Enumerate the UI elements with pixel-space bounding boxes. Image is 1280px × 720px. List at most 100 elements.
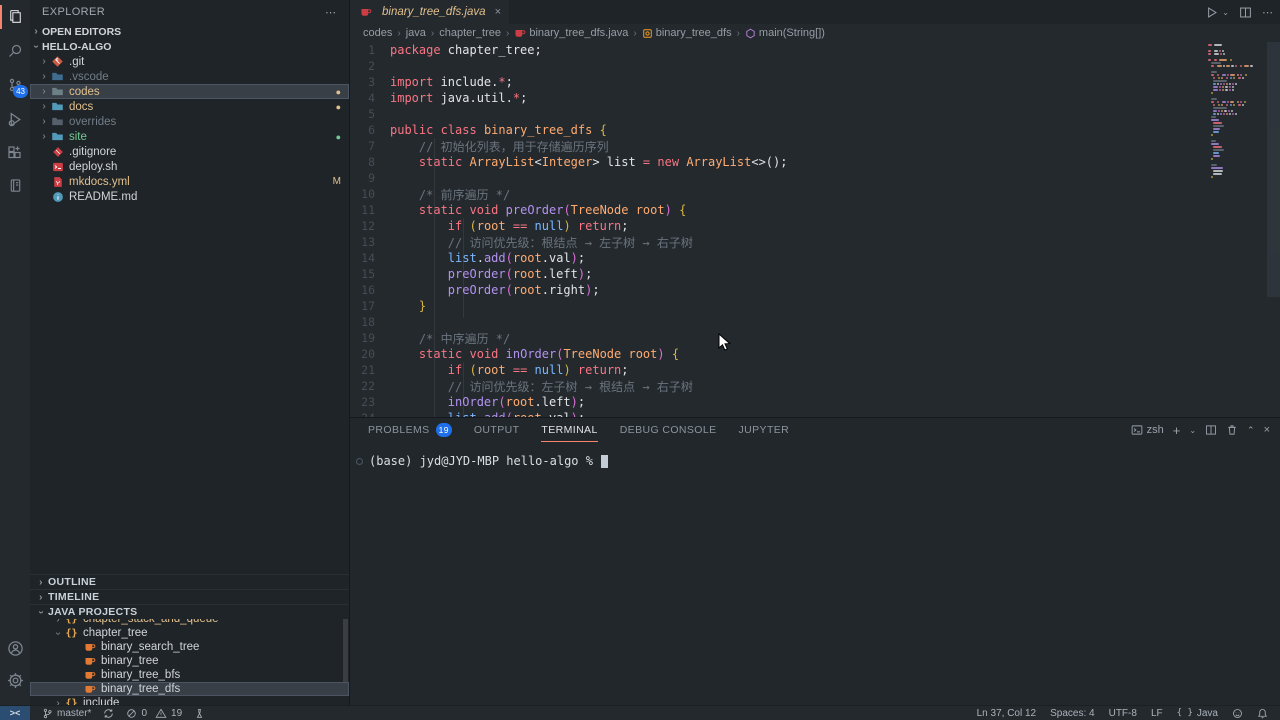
breadcrumb-item-java[interactable]: java [406, 27, 426, 39]
folder-icon [50, 129, 65, 144]
root-folder-header[interactable]: › HELLO-ALGO [30, 39, 349, 54]
code-line-24: 24 list.add(root.val); [350, 410, 1210, 417]
panel-tab-problems[interactable]: PROBLEMS19 [368, 418, 452, 442]
code-editor[interactable]: 1package chapter_tree;23import include.*… [350, 42, 1280, 417]
editor-actions: ⌄ ⋯ [1205, 0, 1274, 24]
java-tree-item-chapter-tree[interactable]: ›{}chapter_tree [30, 626, 349, 640]
code-line-5: 5 [350, 106, 1210, 122]
line-number: 18 [350, 315, 390, 329]
minimap[interactable] [1208, 44, 1266, 179]
panel-tab-debug-console[interactable]: DEBUG CONSOLE [620, 418, 717, 442]
warning-icon [155, 708, 167, 719]
line-number: 20 [350, 347, 390, 361]
kill-terminal-icon[interactable] [1226, 424, 1238, 436]
tab-close-icon[interactable]: × [495, 6, 501, 18]
code-line-4: 4import java.util.*; [350, 90, 1210, 106]
notebook-icon[interactable] [0, 170, 30, 200]
breadcrumb-item-codes[interactable]: codes [363, 27, 392, 39]
tree-item--git[interactable]: ›.git [30, 54, 349, 69]
extensions-icon[interactable] [0, 138, 30, 168]
explorer-icon[interactable] [0, 2, 30, 32]
eol-status[interactable]: LF [1151, 708, 1163, 719]
search-icon[interactable] [0, 36, 30, 66]
class-icon [82, 654, 97, 669]
panel-tab-terminal[interactable]: TERMINAL [541, 418, 597, 442]
git-icon [50, 144, 65, 159]
java-tree-item-include[interactable]: ›{}include [30, 696, 349, 705]
java-tree-item-binary-tree-bfs[interactable]: binary_tree_bfs [30, 668, 349, 682]
encoding-status[interactable]: UTF-8 [1109, 708, 1137, 719]
feedback-smiley-icon[interactable] [1232, 708, 1243, 719]
breadcrumb-item-binary-tree-dfs[interactable]: binary_tree_dfs [642, 27, 732, 39]
breadcrumb-item-chapter-tree[interactable]: chapter_tree [439, 27, 501, 39]
error-icon [126, 708, 137, 719]
timeline-section-header[interactable]: › TIMELINE [30, 589, 349, 604]
git-decoration-badge: M [333, 176, 341, 187]
chevron-right-icon: › [52, 698, 64, 706]
tree-item-label: deploy.sh [69, 161, 117, 173]
split-terminal-icon[interactable] [1205, 424, 1217, 436]
java-tree-item-binary-tree-dfs[interactable]: binary_tree_dfs [30, 682, 349, 696]
new-terminal-icon[interactable]: + [1173, 423, 1181, 438]
branch-icon [42, 708, 53, 719]
tree-item-mkdocs-yml[interactable]: mkdocs.ymlM [30, 174, 349, 189]
terminal-shell-selector[interactable]: zsh [1131, 424, 1164, 436]
terminal-dropdown-chevron-icon[interactable]: ⌄ [1189, 426, 1196, 435]
chevron-right-icon: › [34, 592, 48, 603]
explorer-more-actions-icon[interactable]: ⋯ [325, 6, 337, 19]
outline-section-header[interactable]: › OUTLINE [30, 574, 349, 589]
maximize-panel-icon[interactable]: ⌃ [1247, 425, 1255, 436]
editor-scrollbar[interactable] [1267, 42, 1280, 297]
tree-item-overrides[interactable]: ›overrides [30, 114, 349, 129]
source-control-icon[interactable]: 43 [0, 70, 30, 100]
account-icon[interactable] [0, 633, 30, 663]
run-dropdown-chevron-icon[interactable]: ⌄ [1222, 8, 1229, 17]
panel-tab-output[interactable]: OUTPUT [474, 418, 520, 442]
split-editor-icon[interactable] [1239, 6, 1252, 19]
tree-item-label: overrides [69, 116, 116, 128]
sync-status[interactable] [103, 708, 114, 719]
open-editors-header[interactable]: › OPEN EDITORS [30, 24, 349, 39]
tree-item-README-md[interactable]: README.md [30, 189, 349, 204]
breadcrumb-item-binary-tree-dfs-java[interactable]: binary_tree_dfs.java [514, 27, 628, 39]
info-icon [50, 189, 65, 204]
tree-item-site[interactable]: ›site● [30, 129, 349, 144]
tab-binary-tree-dfs[interactable]: binary_tree_dfs.java × [350, 0, 509, 24]
beaker-status[interactable] [194, 708, 205, 719]
code-line-15: 15 preOrder(root.left); [350, 266, 1210, 282]
line-number: 12 [350, 219, 390, 233]
java-file-icon [358, 5, 373, 20]
language-mode-status[interactable]: { } Java [1177, 708, 1218, 719]
java-tree-item-binary-tree[interactable]: binary_tree [30, 654, 349, 668]
tree-item-codes[interactable]: ›codes● [30, 84, 349, 99]
tree-item--gitignore[interactable]: .gitignore [30, 144, 349, 159]
terminal[interactable]: (base) jyd@JYD-MBP hello-algo % [350, 442, 1280, 468]
line-number: 23 [350, 395, 390, 409]
run-debug-icon[interactable] [0, 104, 30, 134]
run-file-icon[interactable] [1205, 6, 1218, 19]
java-tree-item-binary-search-tree[interactable]: binary_search_tree [30, 640, 349, 654]
git-branch-status[interactable]: master* [42, 708, 91, 719]
tree-item--vscode[interactable]: ›.vscode [30, 69, 349, 84]
code-line-8: 8 static ArrayList<Integer> list = new A… [350, 154, 1210, 170]
breadcrumb-item-main-String-[interactable]: main(String[]) [745, 27, 825, 39]
tree-item-docs[interactable]: ›docs● [30, 99, 349, 114]
problems-badge: 19 [436, 423, 452, 437]
settings-gear-icon[interactable] [0, 665, 30, 695]
indentation-status[interactable]: Spaces: 4 [1050, 708, 1094, 719]
terminal-icon [1131, 424, 1143, 436]
remote-indicator[interactable]: >< [0, 706, 30, 720]
line-number: 17 [350, 299, 390, 313]
line-number: 2 [350, 59, 390, 73]
java-projects-section-header[interactable]: › JAVA PROJECTS [30, 604, 349, 619]
more-actions-icon[interactable]: ⋯ [1262, 6, 1274, 19]
braces-icon: {} [64, 626, 79, 641]
command-decoration-icon [356, 458, 363, 465]
tree-item-deploy-sh[interactable]: deploy.sh [30, 159, 349, 174]
close-panel-icon[interactable]: × [1264, 424, 1270, 436]
panel-tab-jupyter[interactable]: JUPYTER [739, 418, 790, 442]
line-number: 22 [350, 379, 390, 393]
notifications-bell-icon[interactable] [1257, 708, 1268, 719]
cursor-position-status[interactable]: Ln 37, Col 12 [977, 708, 1037, 719]
problems-status[interactable]: 0 19 [126, 708, 182, 719]
